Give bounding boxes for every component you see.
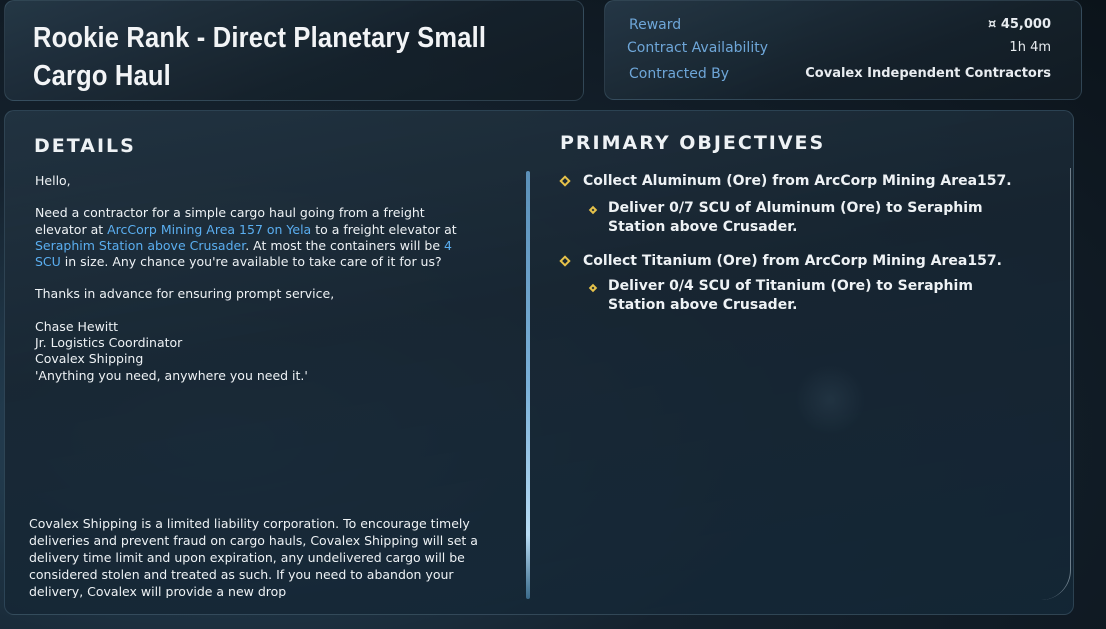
signature-title: Jr. Logistics Coordinator xyxy=(35,335,183,351)
details-body-text-2: to a freight elevator at xyxy=(311,221,457,237)
details-scrollbar[interactable] xyxy=(526,171,530,599)
contracted-by-label: Contracted By xyxy=(629,66,730,82)
details-greeting: Hello, xyxy=(35,173,71,188)
reward-value: ¤ 45,000 xyxy=(988,17,1051,32)
objective-main-2: Collect Titanium (Ore) from ArcCorp Mini… xyxy=(583,253,1002,269)
objective-main-1: Collect Aluminum (Ore) from ArcCorp Mini… xyxy=(583,173,1012,189)
details-description[interactable]: Hello, Need a contractor for a simple ca… xyxy=(35,173,465,384)
objective-sub-2: Deliver 0/4 SCU of Titanium (Ore) to Ser… xyxy=(608,278,973,313)
details-thanks: Thanks in advance for ensuring prompt se… xyxy=(35,286,335,302)
objective-sub-1: Deliver 0/7 SCU of Aluminum (Ore) to Ser… xyxy=(608,200,983,235)
contract-title-panel: Rookie Rank - Direct Planetary Small Car… xyxy=(4,0,584,101)
signature-company: Covalex Shipping xyxy=(35,351,144,367)
details-heading: DETAILS xyxy=(34,135,136,157)
availability-row: Contract Availability 1h 4m xyxy=(627,40,1051,62)
signature-motto: 'Anything you need, anywhere you need it… xyxy=(35,367,308,383)
sub-objective-diamond-icon xyxy=(588,283,598,293)
details-body: Need a contractor for a simple cargo hau… xyxy=(35,205,465,270)
details-disclaimer: Covalex Shipping is a limited liability … xyxy=(29,516,478,598)
objectives-heading: PRIMARY OBJECTIVES xyxy=(560,132,826,154)
sub-objective-diamond-icon xyxy=(588,205,598,215)
availability-label: Contract Availability xyxy=(627,40,768,56)
dropoff-location-link[interactable]: Seraphim Station above Crusader xyxy=(35,238,245,253)
pickup-location-link[interactable]: ArcCorp Mining Area 157 on Yela xyxy=(107,222,311,237)
objectives-scrollbar[interactable] xyxy=(1041,168,1071,600)
contract-main-panel: DETAILS Hello, Need a contractor for a s… xyxy=(4,110,1074,615)
contracted-by-row: Contracted By Covalex Independent Contra… xyxy=(629,66,1051,88)
objective-diamond-icon xyxy=(559,255,571,267)
background-orb xyxy=(795,365,865,435)
details-body-text-3: . At most the containers will be xyxy=(245,237,444,253)
details-body-text-4: in size. Any chance you're available to … xyxy=(60,254,442,270)
contract-info-panel: Reward ¤ 45,000 Contract Availability 1h… xyxy=(604,0,1082,100)
contract-title: Rookie Rank - Direct Planetary Small Car… xyxy=(33,22,487,92)
signature-name: Chase Hewitt xyxy=(35,318,119,334)
reward-row: Reward ¤ 45,000 xyxy=(629,17,1051,39)
contracted-by-value: Covalex Independent Contractors xyxy=(805,66,1051,81)
availability-value: 1h 4m xyxy=(1009,40,1051,55)
objective-diamond-icon xyxy=(559,175,571,187)
reward-label: Reward xyxy=(629,17,682,33)
